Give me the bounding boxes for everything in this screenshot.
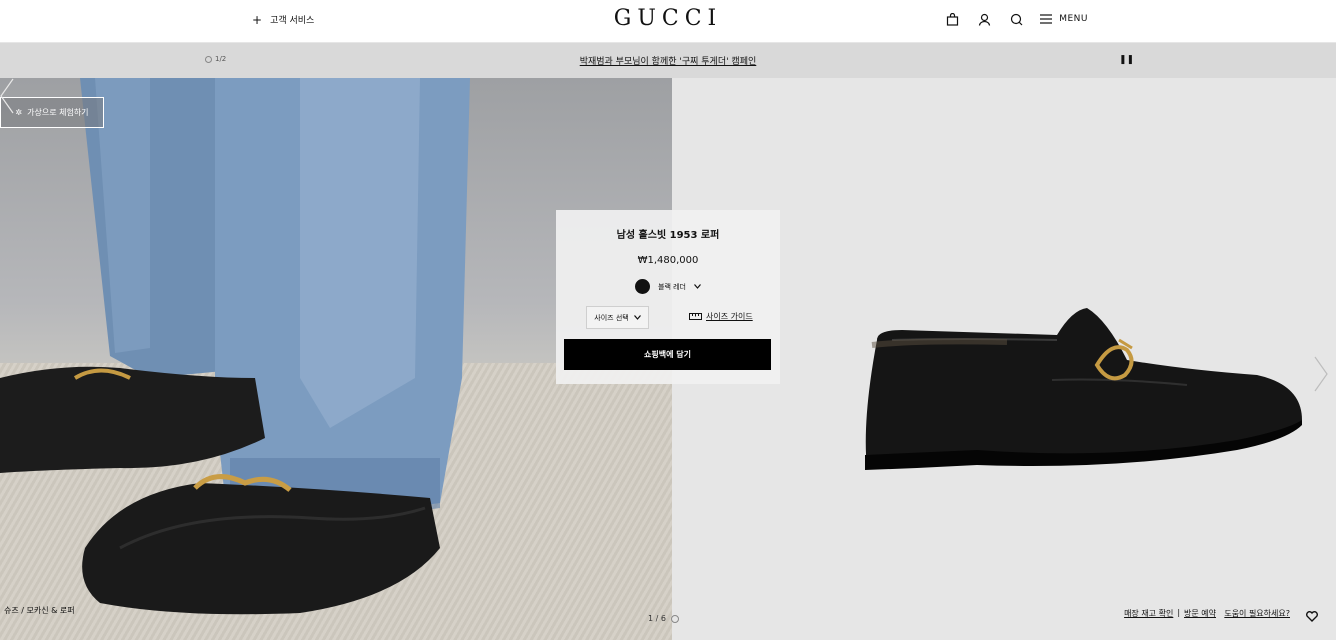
separator: | [1177, 608, 1181, 617]
size-select[interactable]: 사이즈 선택 [586, 306, 649, 329]
announcement-bar: 1/2 박재범과 부모님이 함께한 '구찌 투게더' 캠페인 ❚❚ [0, 43, 1336, 78]
chevron-right-icon[interactable] [1314, 356, 1328, 392]
add-to-bag-button[interactable]: 쇼핑백에 담기 [564, 339, 771, 370]
product-info-card: 남성 홀스빗 1953 로퍼 ₩1,480,000 블랙 레더 사이즈 선택 사… [556, 210, 780, 384]
heart-icon[interactable] [1306, 611, 1318, 622]
pause-icon[interactable]: ❚❚ [1119, 55, 1134, 65]
virtual-try-on-button[interactable]: ✲ 가상으로 체험하기 [0, 97, 104, 128]
user-icon[interactable] [976, 11, 992, 27]
size-select-label: 사이즈 선택 [594, 313, 629, 322]
announcement-link[interactable]: 박재범과 부모님이 함께한 '구찌 투게더' 캠페인 [580, 57, 757, 67]
chevron-down-icon [633, 315, 641, 320]
size-guide-link[interactable]: 사이즈 가이드 [689, 311, 753, 322]
color-swatch [635, 279, 650, 294]
menu-label: MENU [1059, 14, 1088, 24]
breadcrumb[interactable]: 슈즈 / 모카신 & 로퍼 [4, 605, 75, 616]
store-actions: 매장 재고 확인 | 방문 예약 [1124, 608, 1216, 619]
help-link[interactable]: 도움이 필요하세요? [1224, 608, 1290, 619]
search-icon[interactable] [1008, 11, 1024, 27]
product-name: 남성 홀스빗 1953 로퍼 [616, 230, 720, 241]
image-pager: 1 / 6 [648, 614, 679, 623]
size-guide-label: 사이즈 가이드 [706, 312, 753, 321]
stock-check-link[interactable]: 매장 재고 확인 [1124, 608, 1173, 619]
shopping-bag-icon[interactable] [944, 11, 960, 27]
chevron-down-icon [694, 284, 701, 289]
progress-ring-icon [670, 614, 679, 623]
virtual-try-on-label: 가상으로 체험하기 [27, 108, 89, 117]
header-actions: MENU [944, 11, 1088, 27]
loafer-product-illustration [865, 308, 1302, 470]
pager-count: 1 / 6 [648, 614, 666, 623]
product-price: ₩1,480,000 [637, 255, 699, 266]
color-name: 블랙 레더 [658, 282, 686, 291]
visit-booking-link[interactable]: 방문 예약 [1184, 608, 1216, 619]
chevron-left-icon[interactable] [0, 78, 14, 114]
announcement-text: 박재범과 부모님이 함께한 '구찌 투게더' 캠페인 [0, 54, 1336, 67]
site-header: + 고객 서비스 GUCCI MENU [0, 0, 1336, 43]
menu-button[interactable]: MENU [1040, 14, 1088, 24]
menu-icon [1040, 14, 1053, 24]
gucci-logo[interactable]: GUCCI [0, 6, 1336, 31]
color-selector[interactable]: 블랙 레더 [635, 279, 701, 294]
sparkle-icon: ✲ [15, 108, 23, 117]
ruler-icon [689, 313, 702, 320]
